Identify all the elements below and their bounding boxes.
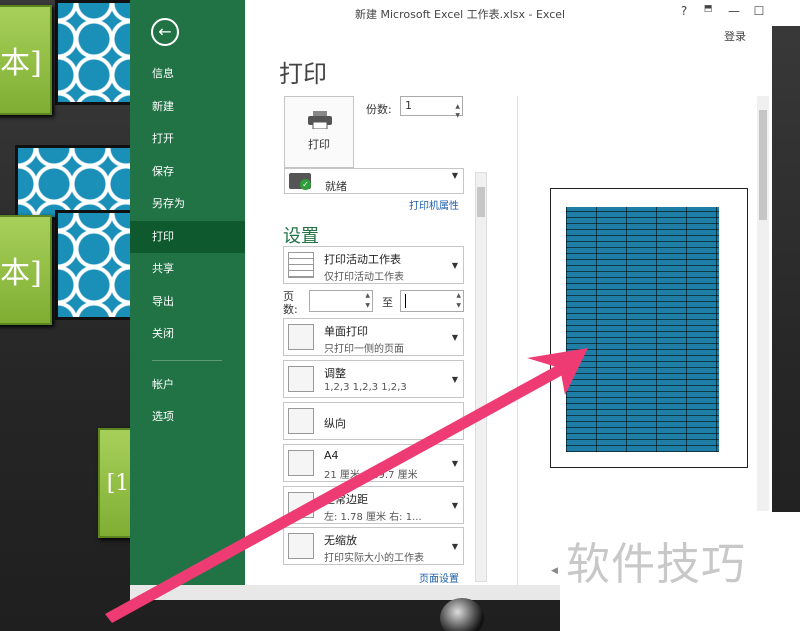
annotation-arrow [105, 348, 588, 623]
arrow-shaft [105, 363, 568, 623]
